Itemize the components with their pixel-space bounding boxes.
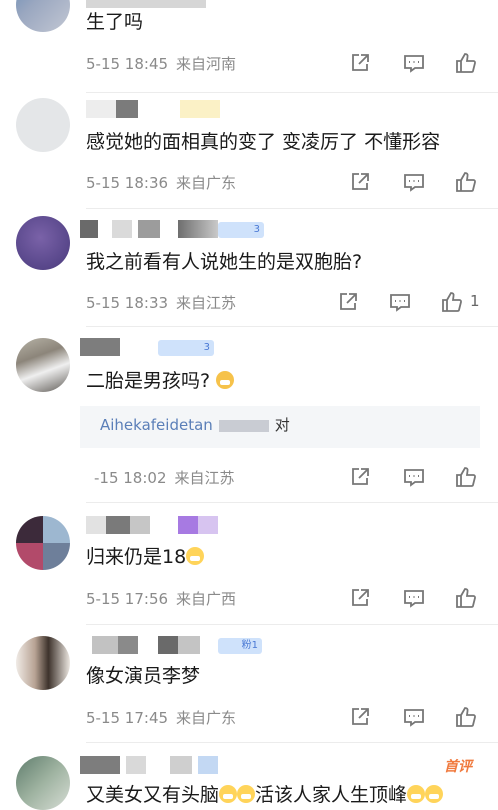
comment-button[interactable]: [402, 170, 426, 194]
comment-icon: [404, 55, 424, 73]
comment-button[interactable]: [402, 705, 426, 729]
reply-preview[interactable]: Aihekafeidetan 对: [80, 406, 480, 448]
comment-text-body-b: 活该人家人生顶峰: [255, 784, 408, 806]
comment-date: 5-15 18:45: [86, 55, 169, 73]
divider: [86, 502, 498, 503]
comment-button[interactable]: [402, 51, 426, 75]
like-button[interactable]: [454, 586, 478, 610]
grin-emoji-icon: [186, 547, 205, 565]
comment-text-body: 归来仍是18: [86, 546, 187, 568]
divider: [86, 208, 498, 209]
like-count: 1: [470, 292, 480, 310]
share-icon: [352, 54, 369, 71]
like-button[interactable]: [454, 465, 478, 489]
fan-badge: 粉1: [218, 638, 262, 654]
comment-location: 来自广东: [176, 709, 237, 727]
avatar[interactable]: [16, 756, 70, 810]
comment-text: 归来仍是18: [86, 544, 205, 570]
comment-button[interactable]: [402, 586, 426, 610]
avatar[interactable]: [16, 338, 70, 392]
comment-icon: [404, 469, 424, 487]
share-icon: [352, 589, 369, 606]
divider: [86, 326, 498, 327]
comment-meta: 5-15 17:45 来自广东: [86, 707, 236, 728]
comment-meta: 5-15 18:45 来自河南: [86, 53, 236, 74]
avatar[interactable]: [16, 516, 70, 570]
share-button[interactable]: [348, 586, 372, 610]
comment-date: 5-15 17:56: [86, 590, 169, 608]
divider: [86, 624, 498, 625]
reply-username[interactable]: Aihekafeidetan: [100, 416, 213, 434]
comment-icon: [404, 709, 424, 727]
comment-location: 来自河南: [176, 55, 237, 73]
comment-meta: 5-15 17:56 来自广西: [86, 588, 236, 609]
thumbs-up-icon: [442, 292, 462, 312]
thumbs-up-icon: [456, 172, 476, 192]
grin-emoji-icon: [237, 785, 256, 803]
comment-icon: [404, 174, 424, 192]
share-button[interactable]: [348, 705, 372, 729]
avatar[interactable]: [16, 98, 70, 152]
grin-emoji-icon: [407, 785, 426, 803]
comment-location: 来自江苏: [176, 294, 237, 312]
comment-date: -15 18:02: [94, 469, 167, 487]
comment-location: 来自广东: [176, 174, 237, 192]
divider: [86, 92, 498, 93]
comment-text-body: 二胎是男孩吗?: [86, 370, 211, 392]
comment-text: 二胎是男孩吗?: [86, 368, 235, 394]
thumbs-up-icon: [456, 53, 476, 73]
share-icon: [352, 173, 369, 190]
grin-emoji-icon: [219, 785, 238, 803]
share-icon: [352, 468, 369, 485]
comment-text: 又美女又有头脑 活该人家人生顶峰: [86, 782, 444, 808]
thumbs-up-icon: [456, 588, 476, 608]
grin-emoji-icon: [425, 785, 444, 803]
comment-meta: -15 18:02 来自江苏: [94, 467, 235, 488]
like-button[interactable]: [440, 290, 464, 314]
fan-badge: 3: [218, 222, 264, 238]
avatar[interactable]: [16, 636, 70, 690]
comment-date: 5-15 17:45: [86, 709, 169, 727]
reply-text: Aihekafeidetan 对: [100, 414, 290, 435]
smirk-emoji-icon: [216, 371, 235, 389]
comment-icon: [404, 590, 424, 608]
divider: [86, 742, 498, 743]
reply-suffix: 对: [274, 416, 290, 434]
comment-date: 5-15 18:36: [86, 174, 169, 192]
like-button[interactable]: [454, 705, 478, 729]
share-button[interactable]: [348, 170, 372, 194]
comment-meta: 5-15 18:33 来自江苏: [86, 292, 236, 313]
comment-icon: [390, 294, 410, 312]
comment-text: 像女演员李梦: [86, 665, 201, 687]
comment-button[interactable]: [402, 465, 426, 489]
share-button[interactable]: [348, 51, 372, 75]
avatar[interactable]: [16, 216, 70, 270]
like-button[interactable]: [454, 51, 478, 75]
thumbs-up-icon: [456, 467, 476, 487]
comment-location: 来自广西: [176, 590, 237, 608]
avatar[interactable]: [16, 0, 70, 32]
comment-text: 感觉她的面相真的变了 变凌厉了 不懂形容: [86, 131, 441, 153]
hot-comment-tag: 首评: [444, 759, 472, 775]
comment-meta: 5-15 18:36 来自广东: [86, 172, 236, 193]
thumbs-up-icon: [456, 707, 476, 727]
comment-location: 来自江苏: [174, 469, 235, 487]
comment-text: 我之前看有人说她生的是双胞胎?: [86, 251, 363, 273]
like-button[interactable]: [454, 170, 478, 194]
share-button[interactable]: [336, 290, 360, 314]
comment-text-body-a: 又美女又有头脑: [86, 784, 220, 806]
share-icon: [352, 708, 369, 725]
comment-text: 生了吗: [86, 11, 144, 33]
share-icon: [340, 293, 357, 310]
comment-date: 5-15 18:33: [86, 294, 169, 312]
comment-button[interactable]: [388, 290, 412, 314]
fan-badge: 3: [158, 340, 214, 356]
share-button[interactable]: [348, 465, 372, 489]
